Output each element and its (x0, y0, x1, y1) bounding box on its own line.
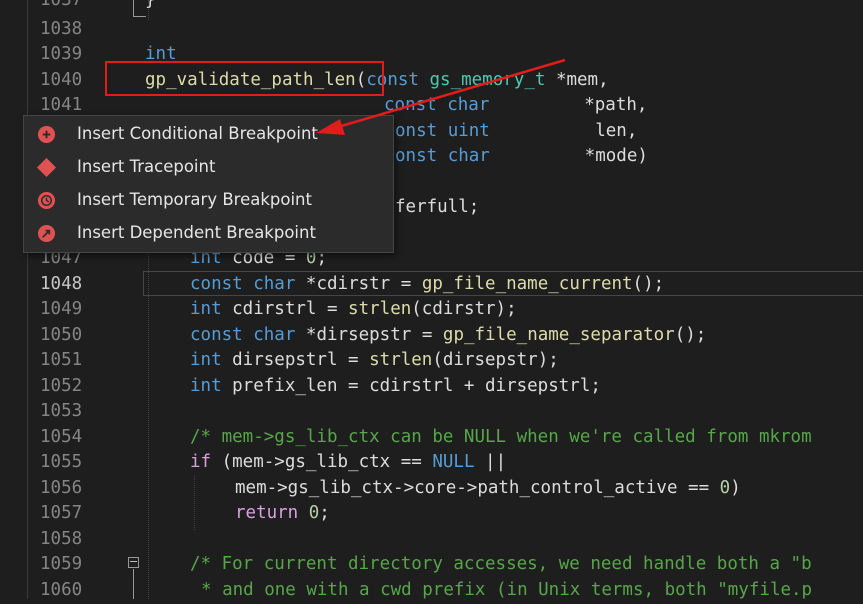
line-number: 1060 (40, 580, 83, 600)
menu-item-label: Insert Conditional Breakpoint (77, 124, 318, 143)
code-line[interactable]: if (mem->gs_lib_ctx == NULL || (190, 450, 506, 476)
glyph-margin[interactable] (0, 0, 28, 599)
line-number: 1055 (40, 452, 83, 472)
line-number: 1050 (40, 325, 83, 345)
line-number: 1054 (40, 427, 83, 447)
menu-item-insert-tracepoint[interactable]: Insert Tracepoint (24, 151, 393, 184)
code-line[interactable]: const char *path, (384, 93, 647, 119)
line-number: 1040 (40, 70, 83, 90)
menu-item-insert-conditional-breakpoint[interactable]: Insert Conditional Breakpoint (24, 118, 393, 151)
dependent-breakpoint-icon (37, 224, 56, 243)
menu-item-label: Insert Tracepoint (77, 157, 216, 176)
conditional-breakpoint-icon (37, 125, 56, 144)
line-number: 1052 (40, 376, 83, 396)
tracepoint-icon (37, 158, 56, 177)
menu-item-insert-dependent-breakpoint[interactable]: Insert Dependent Breakpoint (24, 217, 393, 250)
code-line[interactable]: } (145, 0, 156, 14)
code-line[interactable]: const char *dirsepstr = gp_file_name_sep… (190, 323, 706, 349)
current-line-number: 1048 (40, 274, 83, 294)
code-line[interactable]: int prefix_len = cdirstrl + dirsepstrl; (190, 374, 601, 400)
code-line[interactable]: onst uint len, (395, 119, 637, 145)
annotation-highlight-box (105, 61, 384, 96)
code-line[interactable]: int dirsepstrl = strlen(dirsepstr); (190, 348, 559, 374)
line-number: 1058 (40, 529, 83, 549)
line-number: 1037 (40, 0, 83, 10)
code-line[interactable]: int cdirstrl = strlen(cdirstr); (190, 297, 517, 323)
code-line[interactable]: mem->gs_lib_ctx->core->path_control_acti… (235, 476, 741, 502)
fold-region-line (133, 569, 134, 599)
fold-collapse-icon[interactable]: − (128, 556, 139, 568)
indent-guide (194, 475, 195, 530)
code-line[interactable]: onst char *mode) (395, 144, 648, 170)
line-number: 1051 (40, 350, 83, 370)
code-line[interactable]: const char *cdirstr = gp_file_name_curre… (190, 272, 664, 298)
indent-guide (148, 250, 149, 599)
code-line[interactable]: return 0; (235, 501, 330, 527)
code-line[interactable]: /* For current directory accesses, we ne… (190, 552, 812, 578)
line-number: 1059 (40, 554, 83, 574)
line-number: 1049 (40, 299, 83, 319)
code-line[interactable]: ferfull; (395, 195, 479, 221)
menu-item-insert-temporary-breakpoint[interactable]: Insert Temporary Breakpoint (24, 184, 393, 217)
line-number: 1039 (40, 44, 83, 64)
menu-item-label: Insert Temporary Breakpoint (77, 190, 312, 209)
breakpoint-context-menu: Insert Conditional Breakpoint Insert Tra… (23, 115, 394, 253)
code-line[interactable]: * and one with a cwd prefix (in Unix ter… (201, 578, 812, 604)
temporary-breakpoint-icon (37, 191, 56, 210)
line-number: 1056 (40, 478, 83, 498)
code-line[interactable]: /* mem->gs_lib_ctx can be NULL when we'r… (190, 425, 812, 451)
margin-divider (27, 0, 28, 599)
menu-item-label: Insert Dependent Breakpoint (77, 223, 316, 242)
line-number: 1038 (40, 19, 83, 39)
line-number: 1057 (40, 503, 83, 523)
line-number: 1053 (40, 401, 83, 421)
